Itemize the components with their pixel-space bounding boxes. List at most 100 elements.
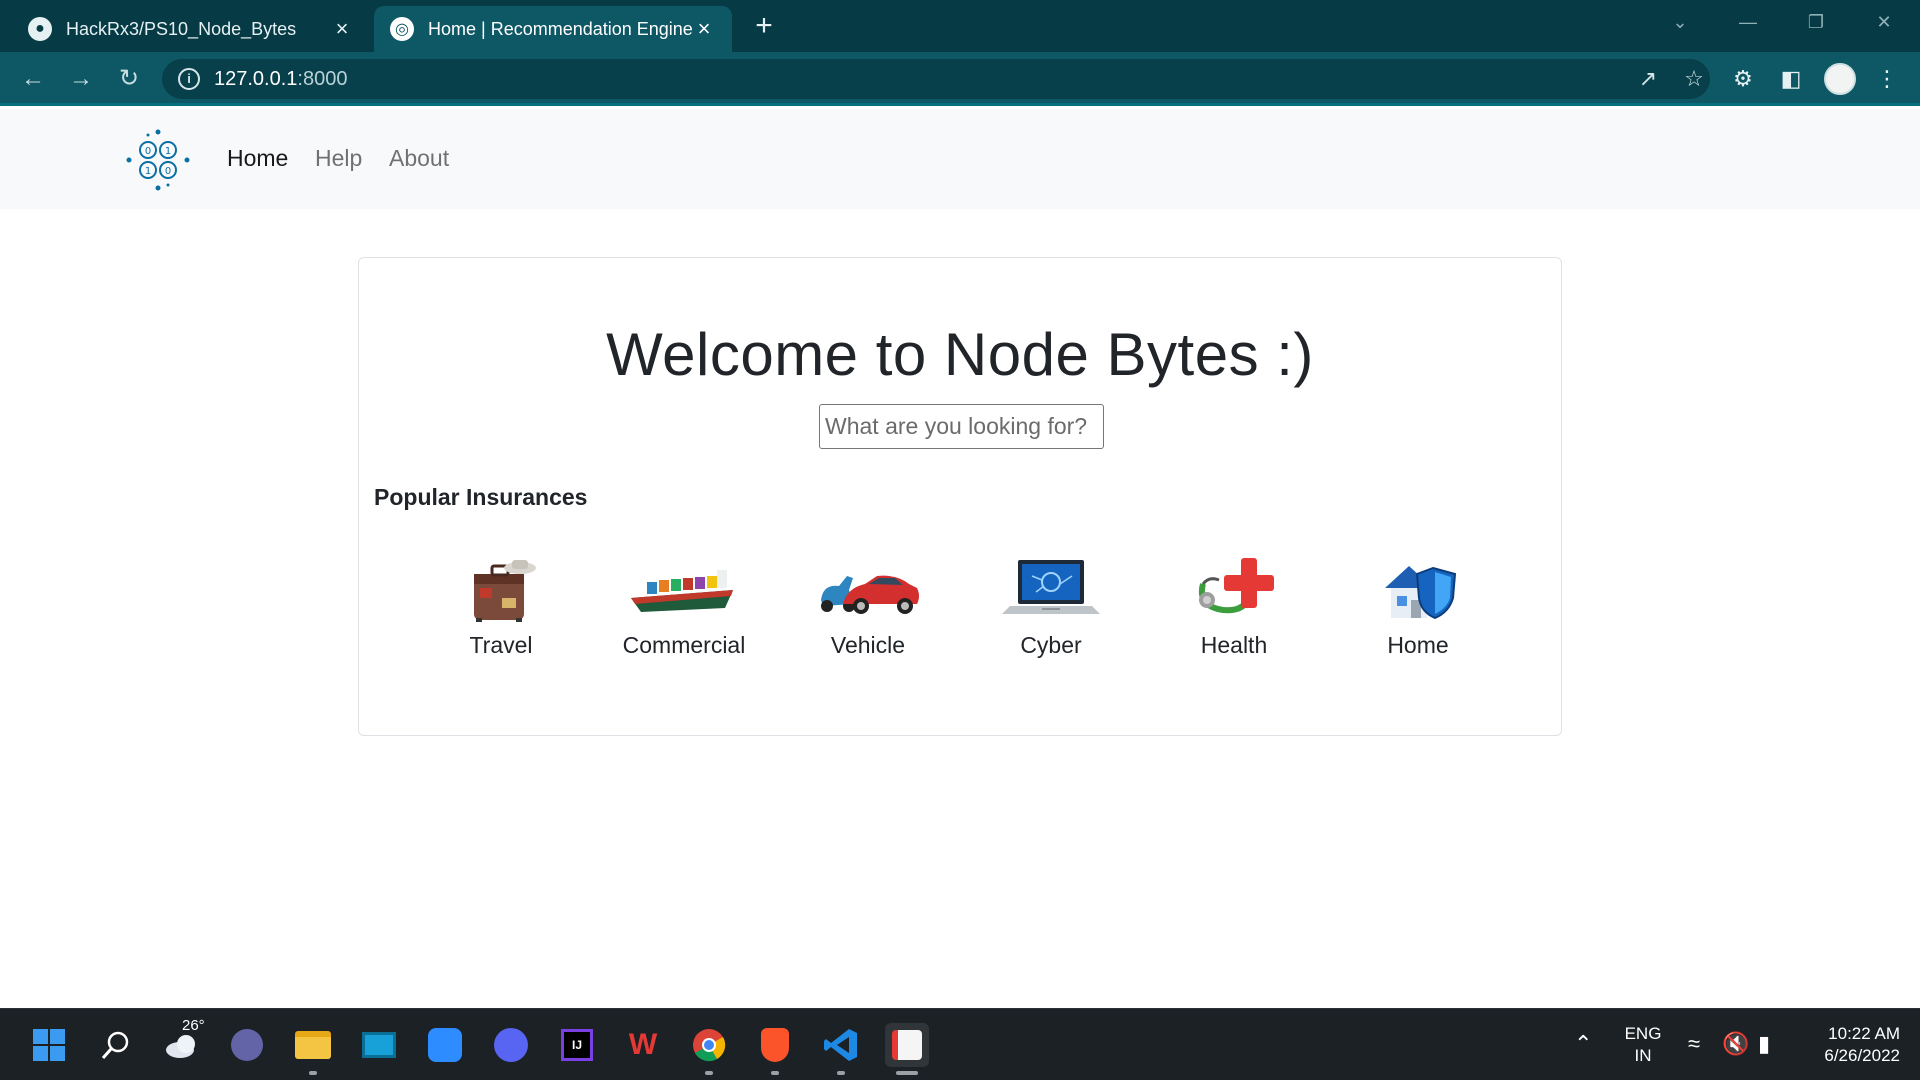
- tab-title: Home | Recommendation Engine: [428, 18, 692, 39]
- folder-icon: [295, 1031, 331, 1059]
- zoom-app[interactable]: [423, 1023, 467, 1067]
- clock-time: 10:22 AM: [1828, 1024, 1900, 1043]
- windows-taskbar: 26° IJ W ⌃ ENG IN ≈ 🔇 ▮ 10:22 AM 6/26/20…: [0, 1008, 1920, 1080]
- welcome-heading: Welcome to Node Bytes :): [606, 321, 1314, 388]
- intellij-app[interactable]: IJ: [555, 1023, 599, 1067]
- browser-tabbar: ● HackRx3/PS10_Node_Bytes × ◎ Home | Rec…: [0, 0, 1920, 52]
- wps-icon: W: [628, 1028, 658, 1061]
- share-icon[interactable]: ↗: [1632, 63, 1664, 95]
- popular-insurances-title: Popular Insurances: [374, 484, 588, 510]
- svg-text:0: 0: [165, 166, 171, 177]
- node-bytes-logo[interactable]: 0 1 1 0: [126, 126, 192, 192]
- close-icon[interactable]: ×: [692, 16, 716, 42]
- tab-title: HackRx3/PS10_Node_Bytes: [66, 18, 297, 39]
- side-panel-icon[interactable]: ◧: [1774, 62, 1808, 96]
- address-bar[interactable]: i 127.0.0.1:8000 ↗ ☆: [162, 59, 1710, 99]
- nav-link-about[interactable]: About: [389, 145, 449, 172]
- nav-link-help[interactable]: Help: [315, 145, 362, 172]
- file-explorer-app[interactable]: [291, 1023, 335, 1075]
- chrome-icon: [693, 1029, 726, 1062]
- running-indicator: [896, 1071, 918, 1075]
- url-text: 127.0.0.1:8000: [214, 68, 347, 91]
- monitor-icon: [362, 1032, 396, 1058]
- running-indicator: [771, 1071, 779, 1075]
- language-code: ENG: [1624, 1024, 1662, 1043]
- restore-button[interactable]: ❐: [1796, 8, 1836, 36]
- windows-logo-icon: [33, 1029, 65, 1061]
- insurance-label: Cyber: [1020, 632, 1082, 658]
- search-input[interactable]: [819, 404, 1104, 449]
- tab-search-icon[interactable]: ⌄: [1660, 8, 1700, 36]
- discord-app[interactable]: [489, 1023, 533, 1067]
- new-tab-button[interactable]: +: [748, 10, 780, 42]
- search-button[interactable]: [94, 1023, 138, 1067]
- back-button[interactable]: ←: [16, 62, 50, 96]
- reload-button[interactable]: ↻: [112, 62, 146, 96]
- stethoscope-cross-icon: [1199, 558, 1274, 614]
- close-window-button[interactable]: ✕: [1864, 8, 1904, 36]
- running-indicator: [837, 1071, 845, 1075]
- wifi-icon[interactable]: ≈: [1688, 1031, 1700, 1057]
- vscode-app[interactable]: [819, 1023, 863, 1075]
- wps-office-app[interactable]: W: [621, 1023, 665, 1067]
- insurance-label: Commercial: [622, 632, 746, 658]
- insurance-cyber[interactable]: Cyber: [976, 554, 1126, 658]
- cloud-icon: [166, 1035, 195, 1058]
- suitcase-icon: [474, 560, 536, 622]
- insurance-label: Home: [1387, 632, 1449, 658]
- insurance-label: Travel: [469, 632, 533, 658]
- forward-button[interactable]: →: [64, 62, 98, 96]
- running-indicator: [705, 1071, 713, 1075]
- insurance-vehicle[interactable]: Vehicle: [793, 554, 943, 658]
- region-code: IN: [1634, 1046, 1652, 1065]
- extensions-icon[interactable]: ⚙: [1726, 62, 1760, 96]
- insurance-label: Vehicle: [830, 632, 906, 658]
- laptop-icon: [1002, 560, 1100, 614]
- clock-date: 6/26/2022: [1824, 1046, 1900, 1065]
- insurance-health[interactable]: Health: [1159, 554, 1309, 658]
- close-icon[interactable]: ×: [330, 16, 354, 42]
- tab-github[interactable]: ● HackRx3/PS10_Node_Bytes ×: [12, 6, 370, 52]
- weather-temp: 26°: [182, 1017, 205, 1034]
- language-indicator[interactable]: ENG IN: [1618, 1023, 1668, 1067]
- github-icon: ●: [28, 17, 52, 41]
- site-navbar: 0 1 1 0 Home Help About: [0, 109, 1920, 209]
- car-scooter-icon: [821, 575, 919, 614]
- brave-icon: [761, 1028, 789, 1062]
- globe-icon: ◎: [390, 17, 414, 41]
- cargo-ship-icon: [631, 570, 733, 612]
- minimize-button[interactable]: —: [1728, 8, 1768, 36]
- volume-muted-icon[interactable]: 🔇: [1722, 1031, 1749, 1057]
- bookmark-star-icon[interactable]: ☆: [1678, 63, 1710, 95]
- insurance-home[interactable]: Home: [1343, 554, 1493, 658]
- battery-icon[interactable]: ▮: [1758, 1031, 1770, 1057]
- discord-icon: [494, 1028, 528, 1062]
- nav-link-home[interactable]: Home: [227, 145, 288, 172]
- menu-icon[interactable]: ⋮: [1870, 62, 1904, 96]
- main-card: Welcome to Node Bytes :) Popular Insuran…: [358, 257, 1562, 736]
- vscode-icon: [824, 1029, 857, 1061]
- teams-chat-app[interactable]: [225, 1023, 269, 1067]
- profile-avatar[interactable]: [1824, 63, 1856, 95]
- url-host: 127.0.0.1: [214, 67, 298, 90]
- chrome-app[interactable]: [687, 1023, 731, 1075]
- snipping-icon: [892, 1030, 922, 1060]
- search-icon: [101, 1031, 129, 1059]
- start-button[interactable]: [27, 1023, 71, 1067]
- brave-app[interactable]: [753, 1023, 797, 1075]
- snipping-tool-app[interactable]: [885, 1023, 929, 1075]
- clock[interactable]: 10:22 AM 6/26/2022: [1800, 1023, 1900, 1067]
- running-indicator: [309, 1071, 317, 1075]
- insurance-commercial[interactable]: Commercial: [609, 554, 759, 658]
- svg-text:0: 0: [145, 146, 151, 157]
- svg-text:1: 1: [165, 146, 171, 157]
- url-port: :8000: [297, 67, 348, 90]
- intellij-icon: IJ: [561, 1029, 593, 1061]
- weather-widget[interactable]: 26°: [160, 1017, 205, 1067]
- remote-desktop-app[interactable]: [357, 1023, 401, 1067]
- site-info-icon[interactable]: i: [178, 68, 200, 90]
- browser-toolbar: ← → ↻ i 127.0.0.1:8000 ↗ ☆ ⚙ ◧ ⋮: [0, 52, 1920, 106]
- show-hidden-icons-chevron-icon[interactable]: ⌃: [1574, 1031, 1592, 1057]
- insurance-travel[interactable]: Travel: [426, 554, 576, 658]
- tab-recommendation-engine[interactable]: ◎ Home | Recommendation Engine ×: [374, 6, 732, 52]
